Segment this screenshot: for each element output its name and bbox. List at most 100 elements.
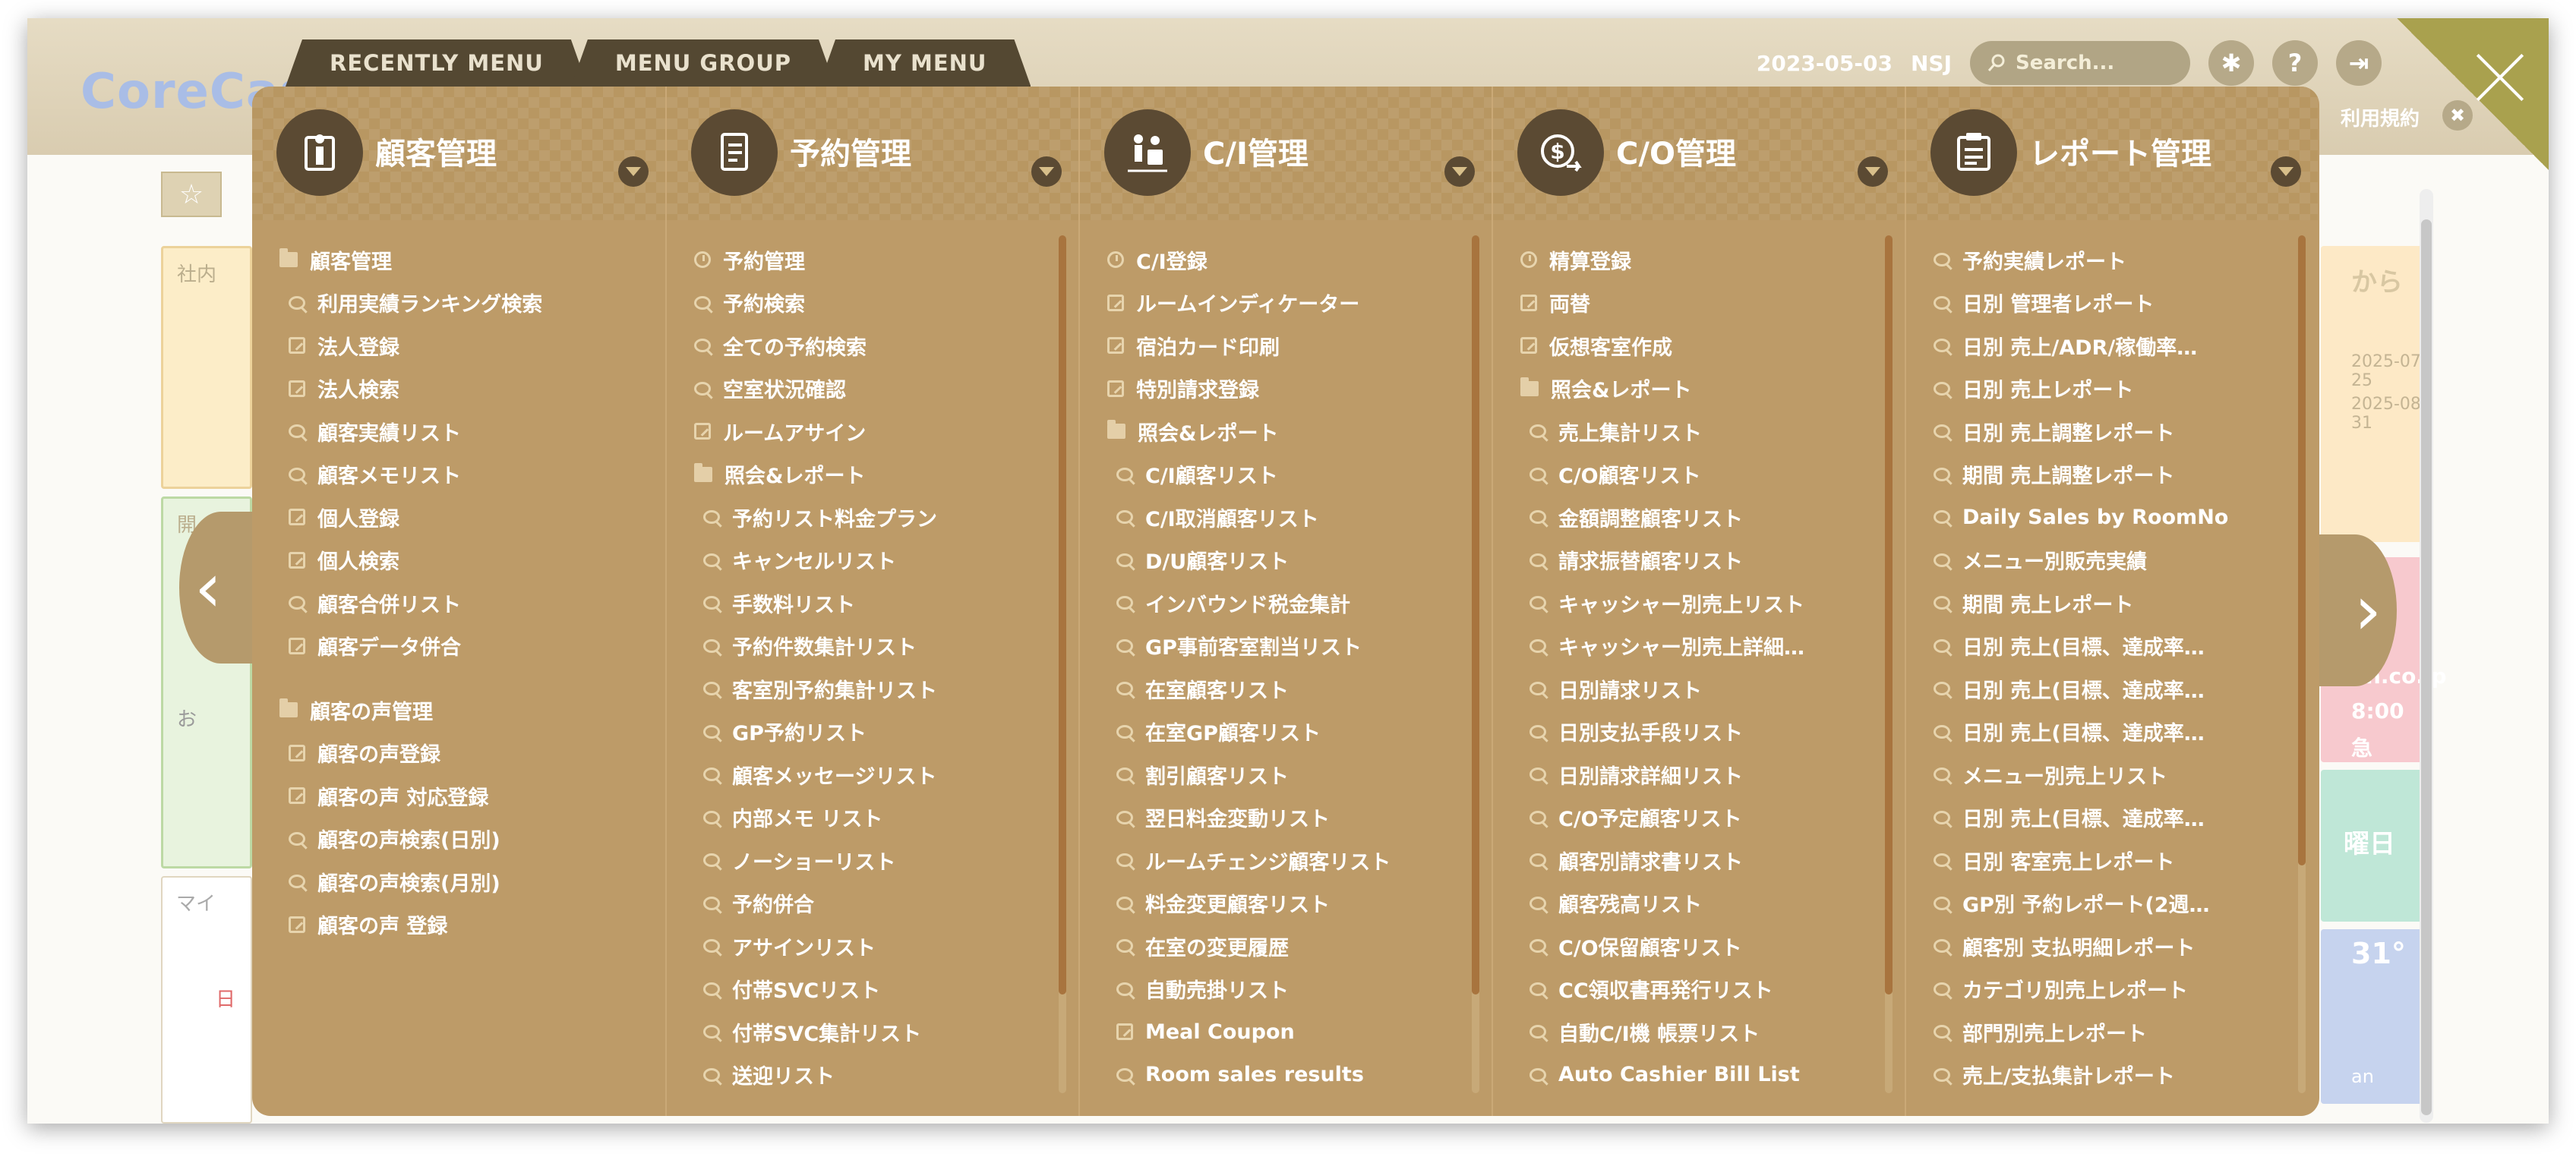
menu-item[interactable]: C/I顧客リスト (1080, 453, 1492, 496)
menu-item[interactable]: C/I取消顧客リスト (1080, 496, 1492, 539)
menu-item[interactable]: 日別 売上調整レポート (1906, 410, 2318, 453)
prev-arrow-icon[interactable]: ‹ (179, 512, 263, 664)
menu-item[interactable]: Meal Coupon (1080, 1010, 1492, 1054)
menu-item[interactable]: 両替 (1493, 282, 1905, 325)
menu-item[interactable]: 売上/支払集計レポート (1906, 1054, 2318, 1097)
menu-item[interactable]: 日別 客室売上レポート (1906, 839, 2318, 882)
menu-item[interactable]: 日別請求詳細リスト (1493, 753, 1905, 796)
menu-item[interactable]: GP別 予約レポート(2週… (1906, 882, 2318, 925)
menu-item[interactable]: GP事前客室割当リスト (1080, 625, 1492, 668)
menu-item[interactable]: 顧客別 支払明細レポート (1906, 925, 2318, 968)
menu-item[interactable]: 宿泊カード印刷 (1080, 324, 1492, 367)
menu-item[interactable]: ルームチェンジ顧客リスト (1080, 839, 1492, 882)
menu-column-header[interactable]: 顧客管理 (252, 87, 665, 220)
menu-item[interactable]: 予約リスト料金プラン (667, 496, 1078, 539)
menu-group-heading[interactable]: 顧客管理 (252, 238, 665, 282)
menu-item[interactable]: 日別 売上(目標、達成率… (1906, 711, 2318, 754)
menu-item[interactable]: 請求振替顧客リスト (1493, 539, 1905, 582)
menu-item[interactable]: Auto Cashier Bill List (1493, 1054, 1905, 1097)
scrollbar-thumb[interactable] (1472, 235, 1479, 995)
menu-item[interactable]: インバウンド税金集計 (1080, 582, 1492, 625)
menu-item[interactable]: 自動売掛リスト (1080, 968, 1492, 1011)
menu-item[interactable]: 日別 売上(目標、達成率… (1906, 796, 2318, 840)
column-scrollbar[interactable] (1472, 235, 1479, 1093)
menu-item[interactable]: 客室別予約集計リスト (667, 667, 1078, 711)
menu-item[interactable]: C/I登録 (1080, 238, 1492, 282)
chevron-down-icon[interactable] (1444, 156, 1475, 187)
tab-menu-group[interactable]: MENU GROUP (571, 39, 835, 87)
menu-item[interactable]: 期間 売上レポート (1906, 582, 2318, 625)
menu-item[interactable]: 予約検索 (667, 282, 1078, 325)
favorite-star-icon[interactable]: ☆ (161, 172, 222, 217)
menu-item[interactable]: C/O顧客リスト (1493, 453, 1905, 496)
menu-item[interactable]: 日別 売上/ADR/稼働率… (1906, 324, 2318, 367)
menu-item[interactable]: 付帯SVCリスト (667, 968, 1078, 1011)
menu-item[interactable]: 日別 売上(目標、達成率… (1906, 625, 2318, 668)
menu-item[interactable]: 予約実績レポート (1906, 238, 2318, 282)
menu-item[interactable]: 顧客の声 登録 (252, 903, 665, 947)
menu-item[interactable]: 在室顧客リスト (1080, 667, 1492, 711)
menu-column-header[interactable]: $ C/O管理 (1493, 87, 1905, 220)
menu-item[interactable]: 割引顧客リスト (1080, 753, 1492, 796)
menu-group-heading[interactable]: 照会&レポート (1080, 410, 1492, 453)
logout-icon[interactable]: ⇥ (2336, 40, 2382, 86)
menu-item[interactable]: 翌日料金変動リスト (1080, 796, 1492, 840)
menu-item[interactable]: 予約件数集計リスト (667, 625, 1078, 668)
menu-item[interactable]: 売上集計リスト (1493, 410, 1905, 453)
next-arrow-icon[interactable]: › (2313, 534, 2397, 686)
menu-item[interactable]: 法人登録 (252, 324, 665, 367)
menu-item[interactable]: 顧客の声登録 (252, 732, 665, 775)
close-menu-button[interactable] (2397, 18, 2549, 170)
menu-item[interactable]: 顧客メモリスト (252, 453, 665, 496)
scrollbar-thumb[interactable] (1885, 235, 1893, 995)
menu-item[interactable]: 顧客の声 対応登録 (252, 774, 665, 818)
menu-item[interactable]: C/O保留顧客リスト (1493, 925, 1905, 968)
menu-item[interactable]: 自動C/I機 帳票リスト (1493, 1010, 1905, 1054)
menu-item[interactable]: 日別 管理者レポート (1906, 282, 2318, 325)
column-scrollbar[interactable] (2298, 235, 2306, 1093)
menu-column-header[interactable]: 予約管理 (667, 87, 1078, 220)
menu-item[interactable]: キャッシャー別売上詳細… (1493, 625, 1905, 668)
menu-item[interactable]: 顧客残高リスト (1493, 882, 1905, 925)
menu-item[interactable]: 顧客合併リスト (252, 582, 665, 625)
menu-item[interactable]: ノーショーリスト (667, 839, 1078, 882)
menu-item[interactable]: 金額調整顧客リスト (1493, 496, 1905, 539)
menu-item[interactable]: アサインリスト (667, 925, 1078, 968)
menu-item[interactable]: メニュー別販売実績 (1906, 539, 2318, 582)
menu-item[interactable]: 全ての予約検索 (667, 324, 1078, 367)
tab-recently-menu[interactable]: RECENTLY MENU (286, 39, 588, 87)
menu-group-heading[interactable]: 顧客の声管理 (252, 689, 665, 732)
menu-item[interactable]: 付帯SVC集計リスト (667, 1010, 1078, 1054)
menu-item[interactable]: 手数料リスト (667, 582, 1078, 625)
chevron-down-icon[interactable] (1858, 156, 1888, 187)
chevron-down-icon[interactable] (618, 156, 649, 187)
menu-item[interactable]: Daily Sales by RoomNo (1906, 496, 2318, 539)
menu-item[interactable]: 個人登録 (252, 496, 665, 539)
menu-item[interactable]: GP予約リスト (667, 711, 1078, 754)
menu-item[interactable]: 顧客実績リスト (252, 410, 665, 453)
menu-column-header[interactable]: レポート管理 (1906, 87, 2318, 220)
menu-item[interactable]: 予約管理 (667, 238, 1078, 282)
menu-item[interactable]: 顧客別請求書リスト (1493, 839, 1905, 882)
menu-item[interactable]: カテゴリ別売上レポート (1906, 968, 2318, 1011)
menu-item[interactable]: CC領収書再発行リスト (1493, 968, 1905, 1011)
menu-item[interactable]: 精算登録 (1493, 238, 1905, 282)
search-input[interactable] (2016, 52, 2167, 74)
menu-item[interactable]: 予約併合 (667, 882, 1078, 925)
menu-item[interactable]: 在室GP顧客リスト (1080, 711, 1492, 754)
menu-item[interactable]: ルームインディケーター (1080, 282, 1492, 325)
menu-item[interactable]: 顧客データ併合 (252, 625, 665, 668)
page-scrollbar[interactable] (2420, 189, 2433, 1123)
menu-item[interactable]: 日別 売上レポート (1906, 367, 2318, 411)
menu-item[interactable]: メニュー別売上リスト (1906, 753, 2318, 796)
menu-item[interactable]: 仮想客室作成 (1493, 324, 1905, 367)
menu-item[interactable]: D/U顧客リスト (1080, 539, 1492, 582)
menu-item[interactable]: 料金変更顧客リスト (1080, 882, 1492, 925)
scrollbar-thumb[interactable] (2298, 235, 2306, 865)
menu-item[interactable]: 法人検索 (252, 367, 665, 411)
menu-item[interactable]: ルームアサイン (667, 410, 1078, 453)
menu-item[interactable]: キャンセルリスト (667, 539, 1078, 582)
menu-column-header[interactable]: C/I管理 (1080, 87, 1492, 220)
settings-icon[interactable]: ✱ (2208, 40, 2254, 86)
menu-item[interactable]: 利用実績ランキング検索 (252, 282, 665, 325)
